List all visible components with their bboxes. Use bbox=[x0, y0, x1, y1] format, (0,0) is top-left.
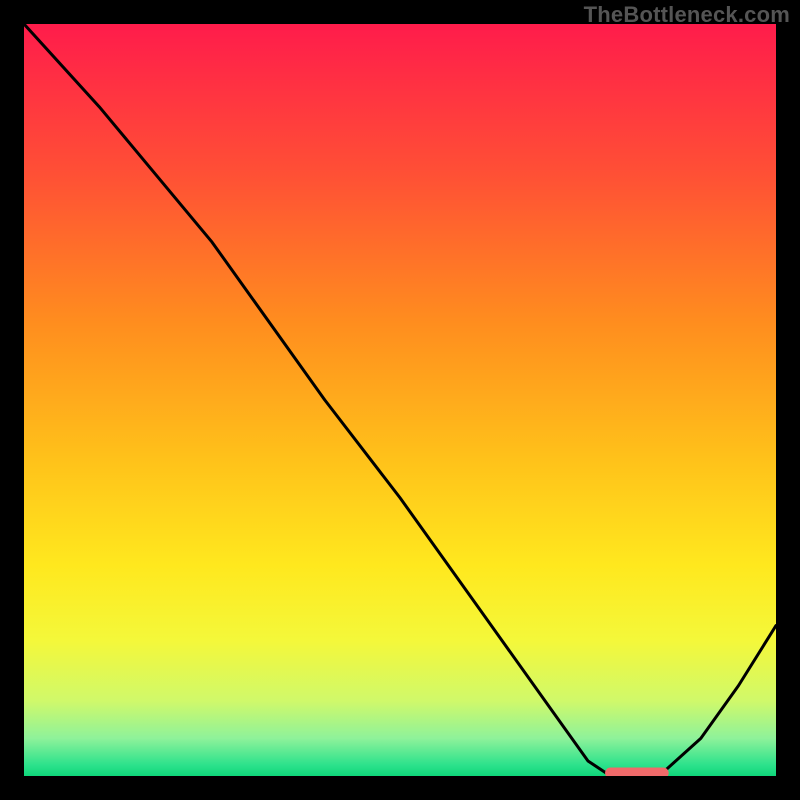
watermark-text: TheBottleneck.com bbox=[584, 2, 790, 28]
chart-frame: TheBottleneck.com bbox=[0, 0, 800, 800]
plot-area bbox=[24, 24, 776, 776]
gradient-background bbox=[24, 24, 776, 776]
chart-svg bbox=[24, 24, 776, 776]
